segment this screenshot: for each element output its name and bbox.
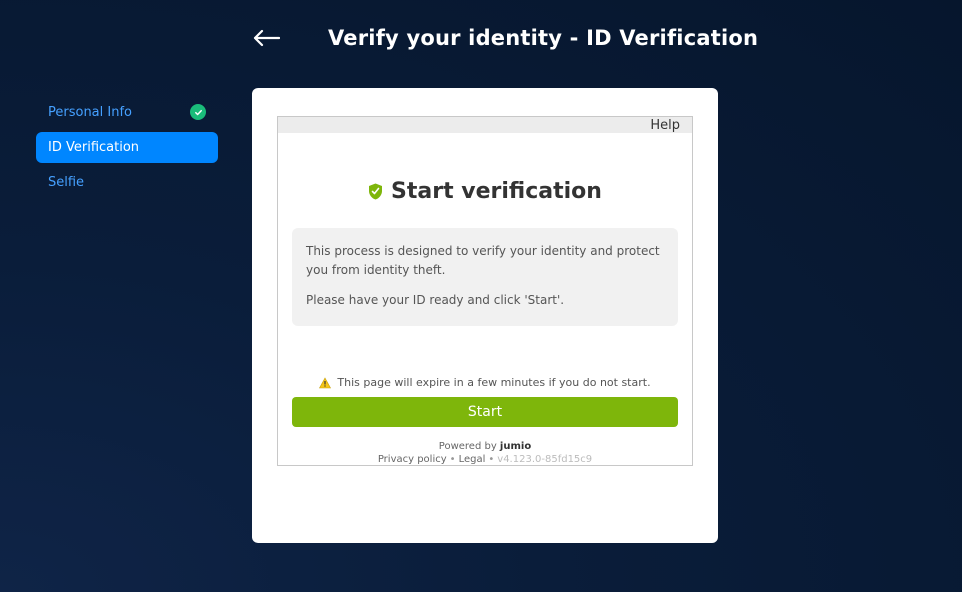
description-line-2: Please have your ID ready and click 'Sta… bbox=[306, 291, 664, 310]
sidebar-item-label: Selfie bbox=[48, 175, 84, 190]
description-box: This process is designed to verify your … bbox=[292, 228, 678, 326]
powered-by: Powered by jumio bbox=[378, 441, 592, 452]
frame-body: Start verification This process is desig… bbox=[278, 133, 692, 465]
frame-footer: Powered by jumio Privacy policy•Legal•v4… bbox=[378, 441, 592, 465]
legal-link[interactable]: Legal bbox=[459, 454, 486, 465]
check-icon bbox=[194, 108, 203, 117]
page-title: Verify your identity - ID Verification bbox=[328, 26, 758, 50]
frame-header: Help bbox=[278, 117, 692, 133]
back-arrow-button[interactable] bbox=[252, 28, 280, 48]
version-text: v4.123.0-85fd15c9 bbox=[497, 454, 592, 465]
powered-prefix: Powered by bbox=[439, 441, 500, 452]
sidebar: Personal Info ID Verification Selfie bbox=[36, 96, 218, 202]
sidebar-item-label: Personal Info bbox=[48, 105, 132, 120]
privacy-policy-link[interactable]: Privacy policy bbox=[378, 454, 447, 465]
powered-brand: jumio bbox=[500, 441, 531, 452]
expiry-text: This page will expire in a few minutes i… bbox=[337, 376, 650, 389]
verification-title: Start verification bbox=[391, 179, 602, 204]
arrow-left-icon bbox=[252, 28, 280, 48]
sidebar-item-personal-info[interactable]: Personal Info bbox=[36, 96, 218, 128]
legal-row: Privacy policy•Legal•v4.123.0-85fd15c9 bbox=[378, 454, 592, 465]
warning-icon bbox=[319, 377, 331, 389]
check-badge bbox=[190, 104, 206, 120]
start-button[interactable]: Start bbox=[292, 397, 678, 427]
sidebar-item-selfie[interactable]: Selfie bbox=[36, 167, 218, 198]
sidebar-item-id-verification[interactable]: ID Verification bbox=[36, 132, 218, 163]
shield-check-icon bbox=[368, 183, 383, 200]
main-card: Help Start verification This process is … bbox=[252, 88, 718, 543]
help-link[interactable]: Help bbox=[650, 118, 680, 133]
sidebar-item-label: ID Verification bbox=[48, 140, 139, 155]
expiry-notice: This page will expire in a few minutes i… bbox=[319, 376, 650, 389]
verification-title-row: Start verification bbox=[368, 179, 602, 204]
description-line-1: This process is designed to verify your … bbox=[306, 242, 664, 279]
verification-frame: Help Start verification This process is … bbox=[277, 116, 693, 466]
